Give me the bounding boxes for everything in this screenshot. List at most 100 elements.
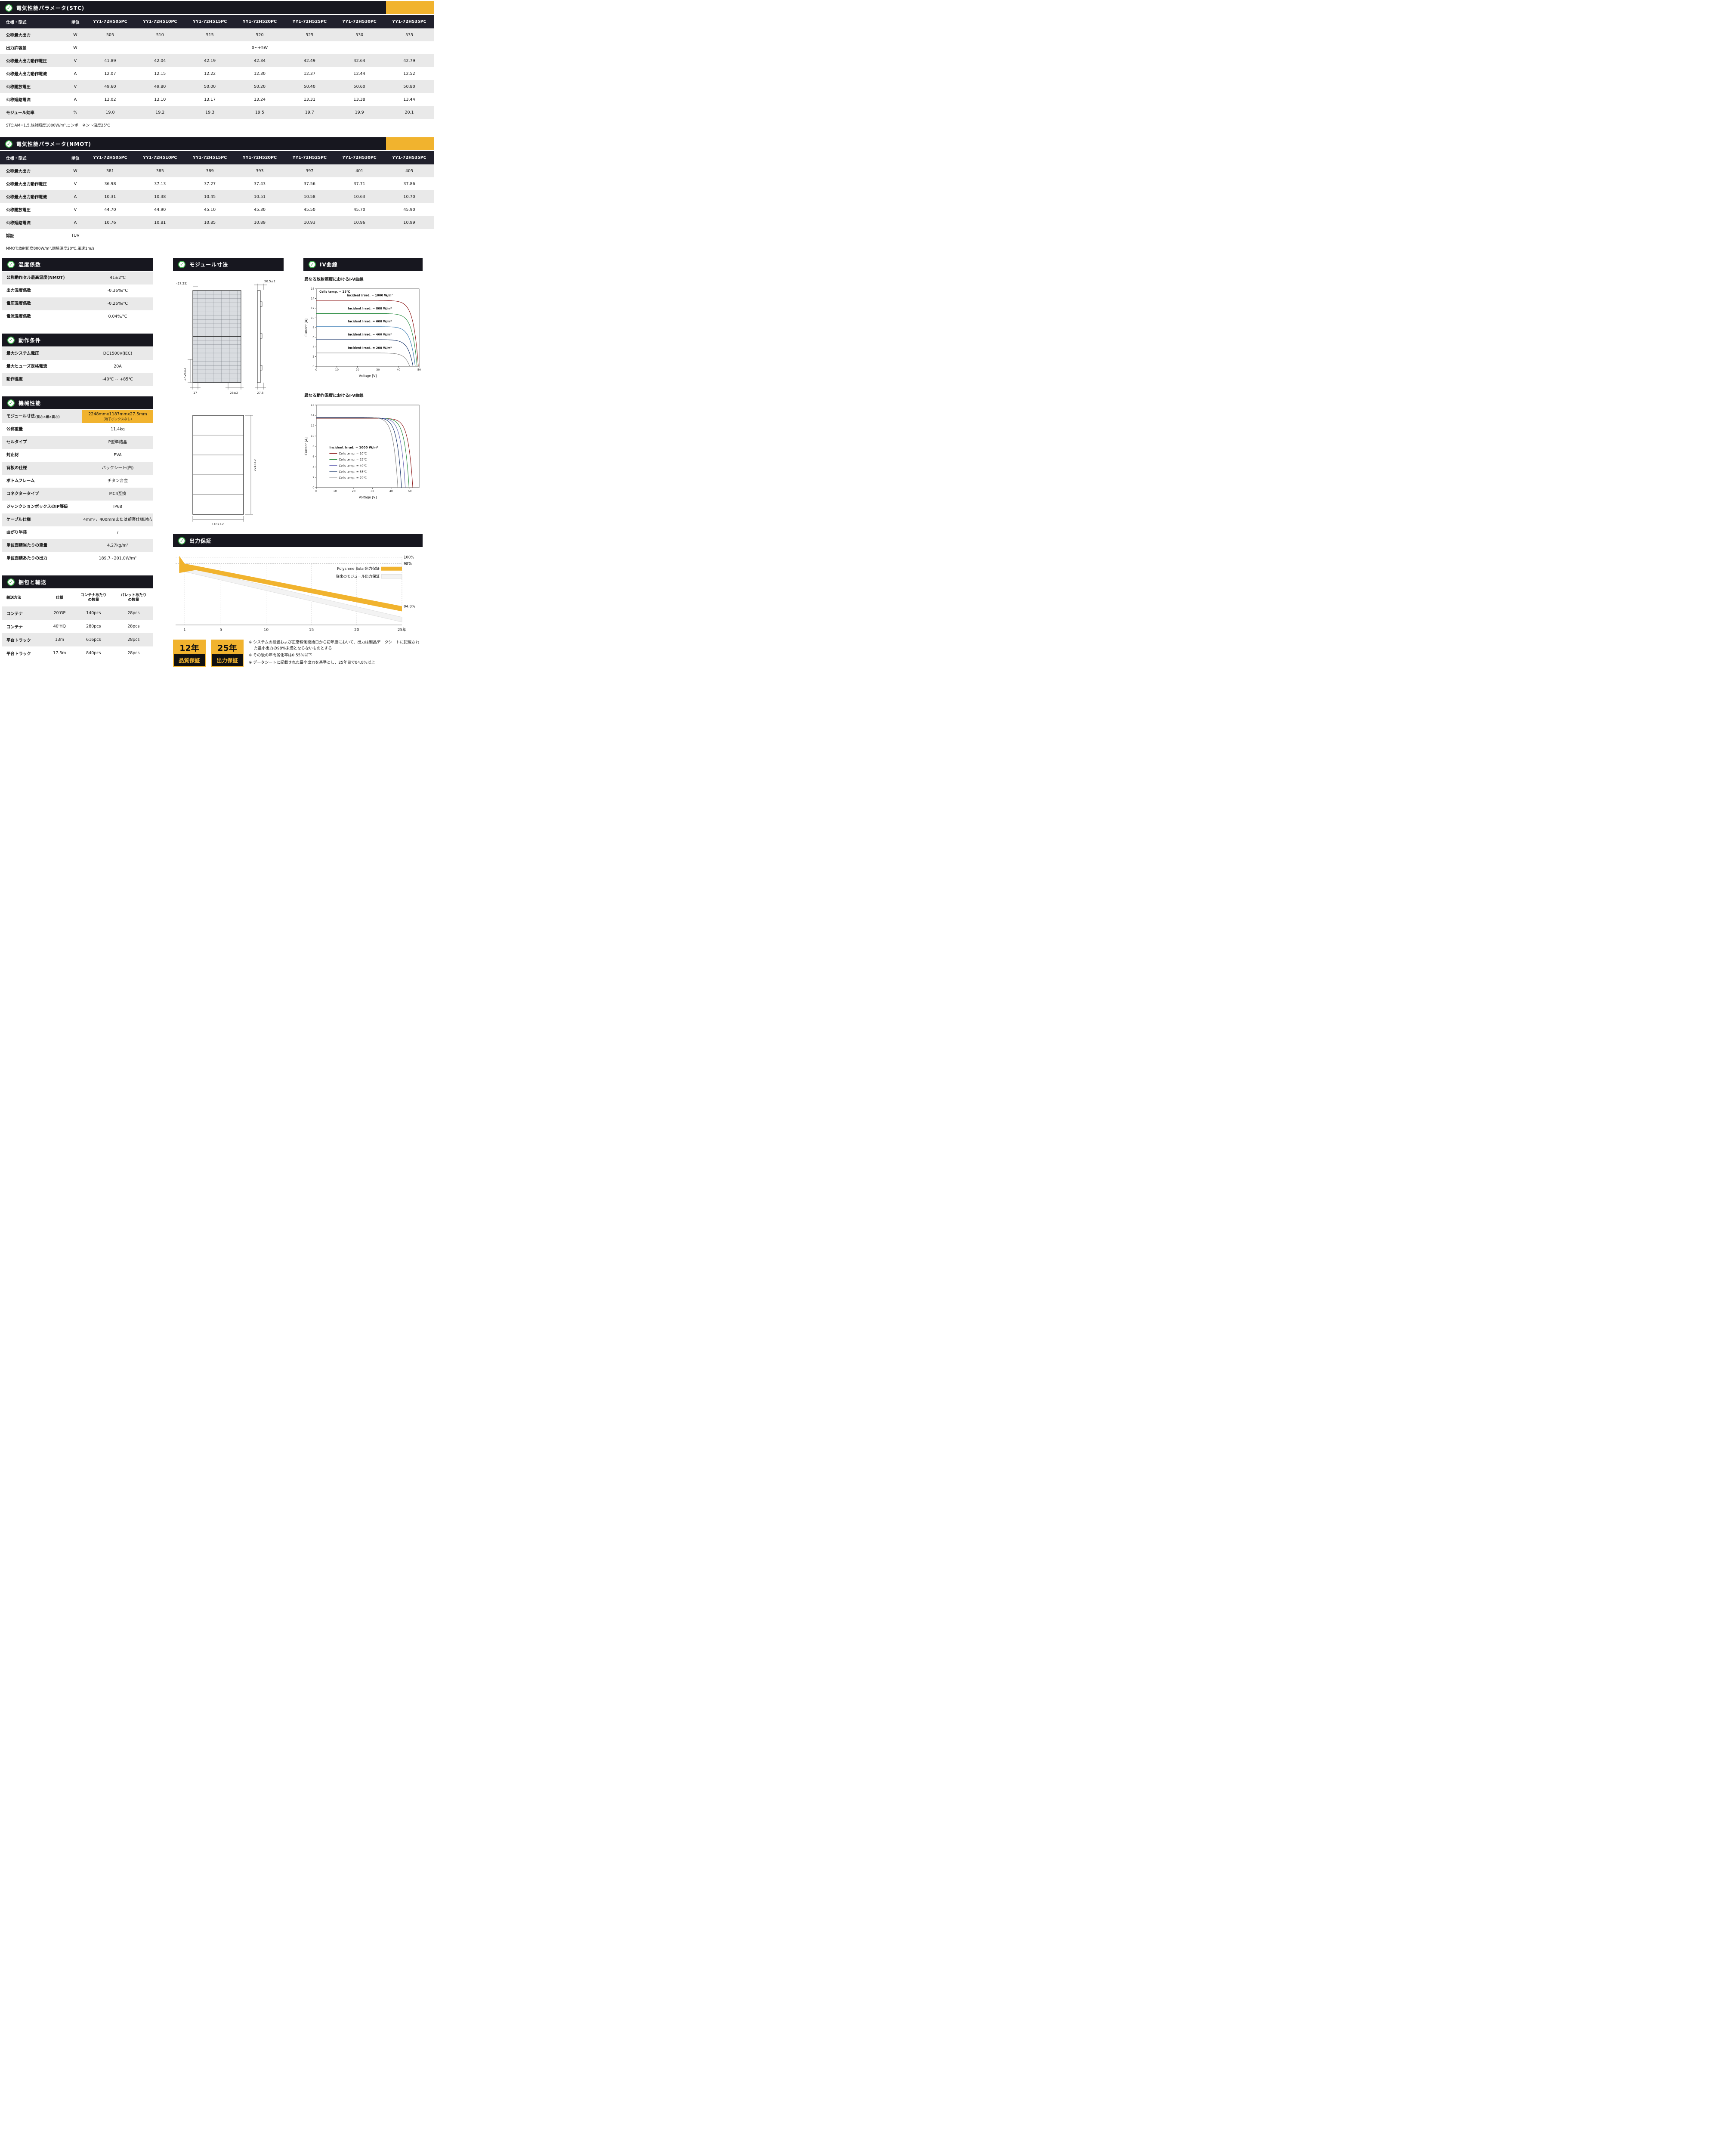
cell-value: 10.58 (284, 190, 334, 203)
svg-text:Incident Irrad. = 800 W/m²: Incident Irrad. = 800 W/m² (348, 307, 392, 310)
check-glyph: ✓ (9, 262, 13, 267)
cell-value: 42.19 (185, 54, 235, 67)
packing-cell: 28pcs (114, 646, 153, 660)
packing-col-header: コンテナあたり の数量 (73, 589, 114, 606)
check-glyph: ✓ (7, 142, 11, 146)
svg-text:30: 30 (376, 368, 380, 371)
yellow-accent-bar (386, 1, 434, 14)
cell-value: 525 (284, 28, 334, 41)
svg-text:12: 12 (311, 424, 314, 427)
check-icon: ✓ (178, 261, 185, 268)
dim-top-left: (17.25) (176, 282, 188, 285)
mechanical-title-bar: ✓ 機械性能 (2, 396, 153, 409)
badge-years: 25年 (212, 640, 243, 654)
svg-text:30: 30 (371, 489, 374, 493)
cell-value: 12.44 (334, 67, 384, 80)
check-icon: ✓ (5, 4, 12, 12)
row-label: 公称短絡電流 (0, 216, 65, 229)
packing-cell: 280pcs (73, 620, 114, 633)
svg-text:14: 14 (311, 414, 314, 417)
col-label-header: 仕様・型式 (0, 151, 65, 164)
packing-cell: 840pcs (73, 646, 114, 660)
cell-value: 381 (85, 164, 135, 177)
stc-row: 公称最大出力動作電圧V41.8942.0442.1942.3442.4942.6… (0, 54, 434, 67)
packing-cell: コンテナ (2, 606, 46, 620)
temp-coeff-row: 電圧温度係数-0.26%/℃ (2, 297, 153, 310)
cell-value: 10.70 (384, 190, 434, 203)
cell-value: 41.89 (85, 54, 135, 67)
check-glyph: ✓ (7, 6, 11, 10)
svg-text:0: 0 (312, 365, 314, 368)
svg-text:Cells temp. = 55℃: Cells temp. = 55℃ (339, 470, 367, 473)
svg-text:5: 5 (219, 628, 222, 632)
row-unit: A (65, 93, 85, 106)
check-icon: ✓ (178, 537, 185, 544)
check-icon: ✓ (7, 337, 15, 344)
mechanical-row: 背板の仕様バックシート(白) (2, 462, 153, 475)
cell-value (185, 229, 235, 242)
svg-text:14: 14 (311, 297, 314, 300)
svg-text:Cells temp. = 40℃: Cells temp. = 40℃ (339, 464, 367, 467)
temp-coeff-row: 電流温度係数0.04%/℃ (2, 310, 153, 323)
left-column: ✓ 温度係数 公称動作セル最高温度(NMOT)41±2℃出力温度係数-0.36%… (2, 258, 153, 670)
packing-row: 平台トラック17.5m840pcs28pcs (2, 646, 153, 660)
packing-cell: 28pcs (114, 620, 153, 633)
packing-table-container: 輸送方法仕様コンテナあたり の数量パレットあたり の数量コンテナ20'GP140… (2, 589, 153, 660)
section-nmot: ✓ 電気性能パラメータ(NMOT) 仕様・型式単位YY1-72H505PCYY1… (0, 137, 434, 254)
cell-value: 397 (284, 164, 334, 177)
svg-text:98%: 98% (404, 562, 412, 566)
cell-value: 45.10 (185, 203, 235, 216)
cell-value: 19.9 (334, 106, 384, 119)
cell-value: 13.31 (284, 93, 334, 106)
svg-text:50: 50 (417, 368, 421, 371)
row-label: 公称最大出力動作電流 (0, 190, 65, 203)
row-unit: A (65, 190, 85, 203)
dimensions-column: ✓ モジュール寸法 (173, 258, 284, 527)
cell-value: 12.30 (235, 67, 285, 80)
check-glyph: ✓ (310, 262, 314, 267)
model-name: YY1-72H525PC (284, 151, 334, 164)
cell-value: 12.22 (185, 67, 235, 80)
cell-value: 13.44 (384, 93, 434, 106)
cell-value: 19.2 (135, 106, 185, 119)
row-span-value: 0~+5W (85, 41, 434, 54)
check-icon: ✓ (309, 261, 316, 268)
row-value: 4mm²，400mmまたは顧客仕様対応 (82, 513, 153, 526)
mechanical-row: 単位面積当たりの重量4.27kg/m² (2, 539, 153, 552)
svg-text:40: 40 (397, 368, 400, 371)
row-unit: TÜV (65, 229, 85, 242)
stc-row: 公称短絡電流A13.0213.1013.1713.2413.3113.3813.… (0, 93, 434, 106)
svg-text:8: 8 (312, 445, 314, 448)
cell-value (235, 229, 285, 242)
lower-columns: ✓ 温度係数 公称動作セル最高温度(NMOT)41±2℃出力温度係数-0.36%… (0, 258, 434, 670)
check-icon: ✓ (7, 261, 15, 268)
packing-cell: 平台トラック (2, 633, 46, 646)
row-unit: W (65, 28, 85, 41)
svg-text:20: 20 (355, 368, 359, 371)
operating-title-bar: ✓ 動作条件 (2, 334, 153, 346)
row-label: 動作温度 (2, 373, 82, 386)
col-label-header: 仕様・型式 (0, 15, 65, 28)
mechanical-table: モジュール寸法(長さ×幅×高さ)2248mmx1187mmx27.5mm(端子ボ… (2, 410, 153, 565)
cell-value: 19.3 (185, 106, 235, 119)
row-label: 背板の仕様 (2, 462, 82, 475)
svg-text:15: 15 (309, 628, 314, 632)
row-label: モジュール寸法(長さ×幅×高さ) (2, 410, 82, 423)
iv-title: IV曲線 (320, 261, 338, 268)
packing-col-header: パレットあたり の数量 (114, 589, 153, 606)
warranty-degradation-chart: 1510152025年100%98%84.8%Polyshine Solar出力… (173, 549, 423, 637)
nmot-table-container: 仕様・型式単位YY1-72H505PCYY1-72H510PCYY1-72H51… (0, 151, 434, 242)
operating-title: 動作条件 (19, 337, 41, 344)
svg-text:Incident Irrad. = 1000 W/m²: Incident Irrad. = 1000 W/m² (347, 294, 393, 297)
cell-value: 50.00 (185, 80, 235, 93)
mechanical-row: 曲がり半径/ (2, 526, 153, 539)
row-label: 電流温度係数 (2, 310, 82, 323)
iv-title-bar: ✓ IV曲線 (303, 258, 423, 271)
cell-value (384, 229, 434, 242)
row-value: -0.26%/℃ (82, 297, 153, 310)
cell-value: 49.60 (85, 80, 135, 93)
cell-value: 36.98 (85, 177, 135, 190)
mechanical-row: コネクタータイプMC4互換 (2, 488, 153, 501)
cell-value: 12.15 (135, 67, 185, 80)
cell-value: 50.20 (235, 80, 285, 93)
